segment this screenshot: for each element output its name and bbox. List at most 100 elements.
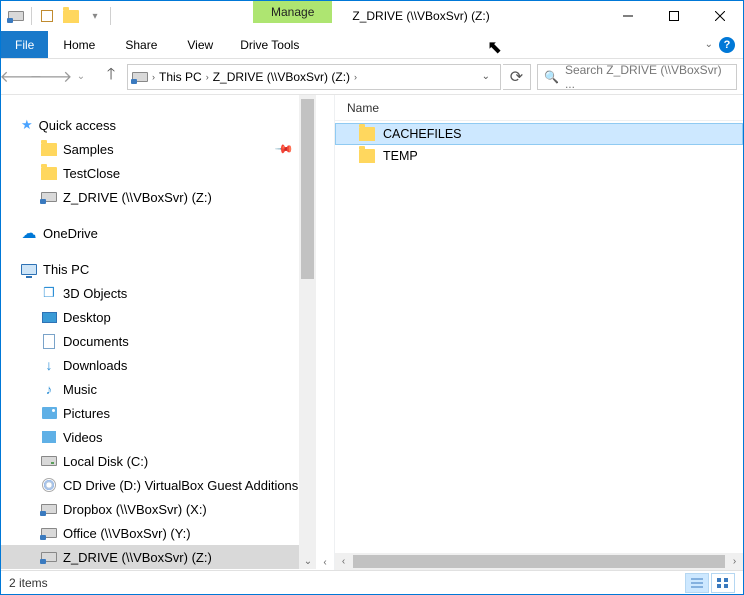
tree-item[interactable]: Dropbox (\\VBoxSvr) (X:) [1,497,316,521]
tree-item[interactable]: Videos [1,425,316,449]
pin-icon: 📌 [274,139,294,159]
3d-objects-icon: ❒ [41,285,57,301]
location-icon [132,69,148,85]
drive-icon [41,453,57,469]
content-pane: Name CACHEFILES TEMP ‹ › [334,95,743,570]
folder-icon [359,126,375,142]
network-drive-icon [41,525,57,541]
recent-locations-dropdown[interactable]: ⌄ [67,63,95,91]
tree-quick-access[interactable]: ★ Quick access [1,113,316,137]
help-icon[interactable]: ? [719,37,735,53]
list-item[interactable]: TEMP [335,145,743,167]
tree-item[interactable]: Pictures [1,401,316,425]
tree-item[interactable]: Z_DRIVE (\\VBoxSvr) (Z:) [1,185,316,209]
up-button[interactable]: 🡑 [97,63,125,91]
minimize-button[interactable] [605,1,651,31]
ribbon-tab-share[interactable]: Share [110,31,172,58]
chevron-right-icon[interactable]: › [152,72,155,82]
new-folder-icon[interactable] [60,5,82,27]
tree-item[interactable]: Office (\\VBoxSvr) (Y:) [1,521,316,545]
breadcrumb-segment[interactable]: Z_DRIVE (\\VBoxSvr) (Z:)› [213,70,357,84]
tree-onedrive[interactable]: ☁ OneDrive [1,221,316,245]
vertical-scrollbar[interactable] [299,95,316,569]
tree-item[interactable]: ❒ 3D Objects [1,281,316,305]
breadcrumb-bar[interactable]: › This PC› Z_DRIVE (\\VBoxSvr) (Z:)› ⌄ [127,64,501,90]
network-drive-icon [41,189,57,205]
tree-item[interactable]: ♪ Music [1,377,316,401]
scroll-right-icon[interactable]: › [726,553,743,570]
folder-icon [41,141,57,157]
pictures-icon [41,405,57,421]
properties-icon[interactable] [36,5,58,27]
icons-view-button[interactable] [711,573,735,593]
maximize-button[interactable] [651,1,697,31]
refresh-button[interactable]: ⟳ [503,64,531,90]
titlebar: ▾ Manage Z_DRIVE (\\VBoxSvr) (Z:) [1,1,743,31]
downloads-icon: ↓ [41,357,57,373]
tree-label: CD Drive (D:) VirtualBox Guest Additions [63,478,298,493]
tree: ★ Quick access Samples 📌 TestClose Z_DRI… [1,113,316,569]
ribbon-tab-home[interactable]: Home [48,31,110,58]
file-tab[interactable]: File [1,31,48,58]
breadcrumb-segment[interactable]: This PC› [159,70,209,84]
horizontal-scrollbar[interactable]: ‹ › [335,553,743,570]
content-chevron-left-icon[interactable]: ‹ [316,95,334,570]
tree-item[interactable]: TestClose [1,161,316,185]
chevron-right-icon[interactable]: › [206,72,209,82]
tree-label: Quick access [39,118,116,133]
tree-item[interactable]: CD Drive (D:) VirtualBox Guest Additions [1,473,316,497]
tree-label: Local Disk (C:) [63,454,148,469]
tree-item[interactable]: Documents [1,329,316,353]
status-item-count: 2 items [9,576,48,590]
network-drive-icon [41,549,57,565]
qat-dropdown-icon[interactable]: ▾ [84,5,106,27]
navpane-chevron-icon[interactable]: ⌄ [299,552,317,570]
ribbon-tab-drive-tools[interactable]: Drive Tools [230,31,309,58]
desktop-icon [41,309,57,325]
tree-item[interactable]: ↓ Downloads [1,353,316,377]
cd-icon [41,477,57,493]
window-title: Z_DRIVE (\\VBoxSvr) (Z:) [332,1,605,31]
folder-icon [41,165,57,181]
scroll-left-icon[interactable]: ‹ [335,553,352,570]
tree-item[interactable]: Desktop [1,305,316,329]
tree-label: Documents [63,334,129,349]
tree-label: Dropbox (\\VBoxSvr) (X:) [63,502,207,517]
main-split: ★ Quick access Samples 📌 TestClose Z_DRI… [1,95,743,570]
folder-icon [359,148,375,164]
address-bar-row: 🡐 🡒 ⌄ 🡑 › This PC› Z_DRIVE (\\VBoxSvr) (… [1,59,743,95]
contextual-tab-manage[interactable]: Manage [253,1,332,23]
tree-item-selected[interactable]: Z_DRIVE (\\VBoxSvr) (Z:) [1,545,316,569]
separator [31,7,32,25]
tree-this-pc[interactable]: This PC [1,257,316,281]
column-header-name[interactable]: Name [335,95,743,121]
tree-label: Music [63,382,97,397]
star-icon: ★ [21,117,33,133]
file-name: TEMP [383,149,418,163]
separator [110,7,111,25]
tree-label: Samples [63,142,114,157]
music-icon: ♪ [41,381,57,397]
scrollbar-thumb[interactable] [353,555,725,568]
tree-label: OneDrive [43,226,98,241]
tree-label: Downloads [63,358,127,373]
forward-button[interactable]: 🡒 [37,63,65,91]
tree-item[interactable]: Local Disk (C:) [1,449,316,473]
cloud-icon: ☁ [21,225,37,241]
file-list[interactable]: CACHEFILES TEMP [335,121,743,553]
list-item-selected[interactable]: CACHEFILES [335,123,743,145]
search-input[interactable]: 🔍 Search Z_DRIVE (\\VBoxSvr) ... [537,64,737,90]
videos-icon [41,429,57,445]
scrollbar-thumb[interactable] [301,99,314,279]
network-drive-icon [41,501,57,517]
search-icon: 🔍 [544,70,559,84]
ribbon-expand-icon[interactable]: ⌄ [705,39,713,50]
details-view-button[interactable] [685,573,709,593]
tree-item[interactable]: Samples 📌 [1,137,316,161]
chevron-right-icon[interactable]: › [354,72,357,82]
search-placeholder: Search Z_DRIVE (\\VBoxSvr) ... [565,63,730,91]
close-button[interactable] [697,1,743,31]
ribbon-tab-view[interactable]: View [172,31,228,58]
address-dropdown-icon[interactable]: ⌄ [476,71,496,82]
tree-label: 3D Objects [63,286,127,301]
